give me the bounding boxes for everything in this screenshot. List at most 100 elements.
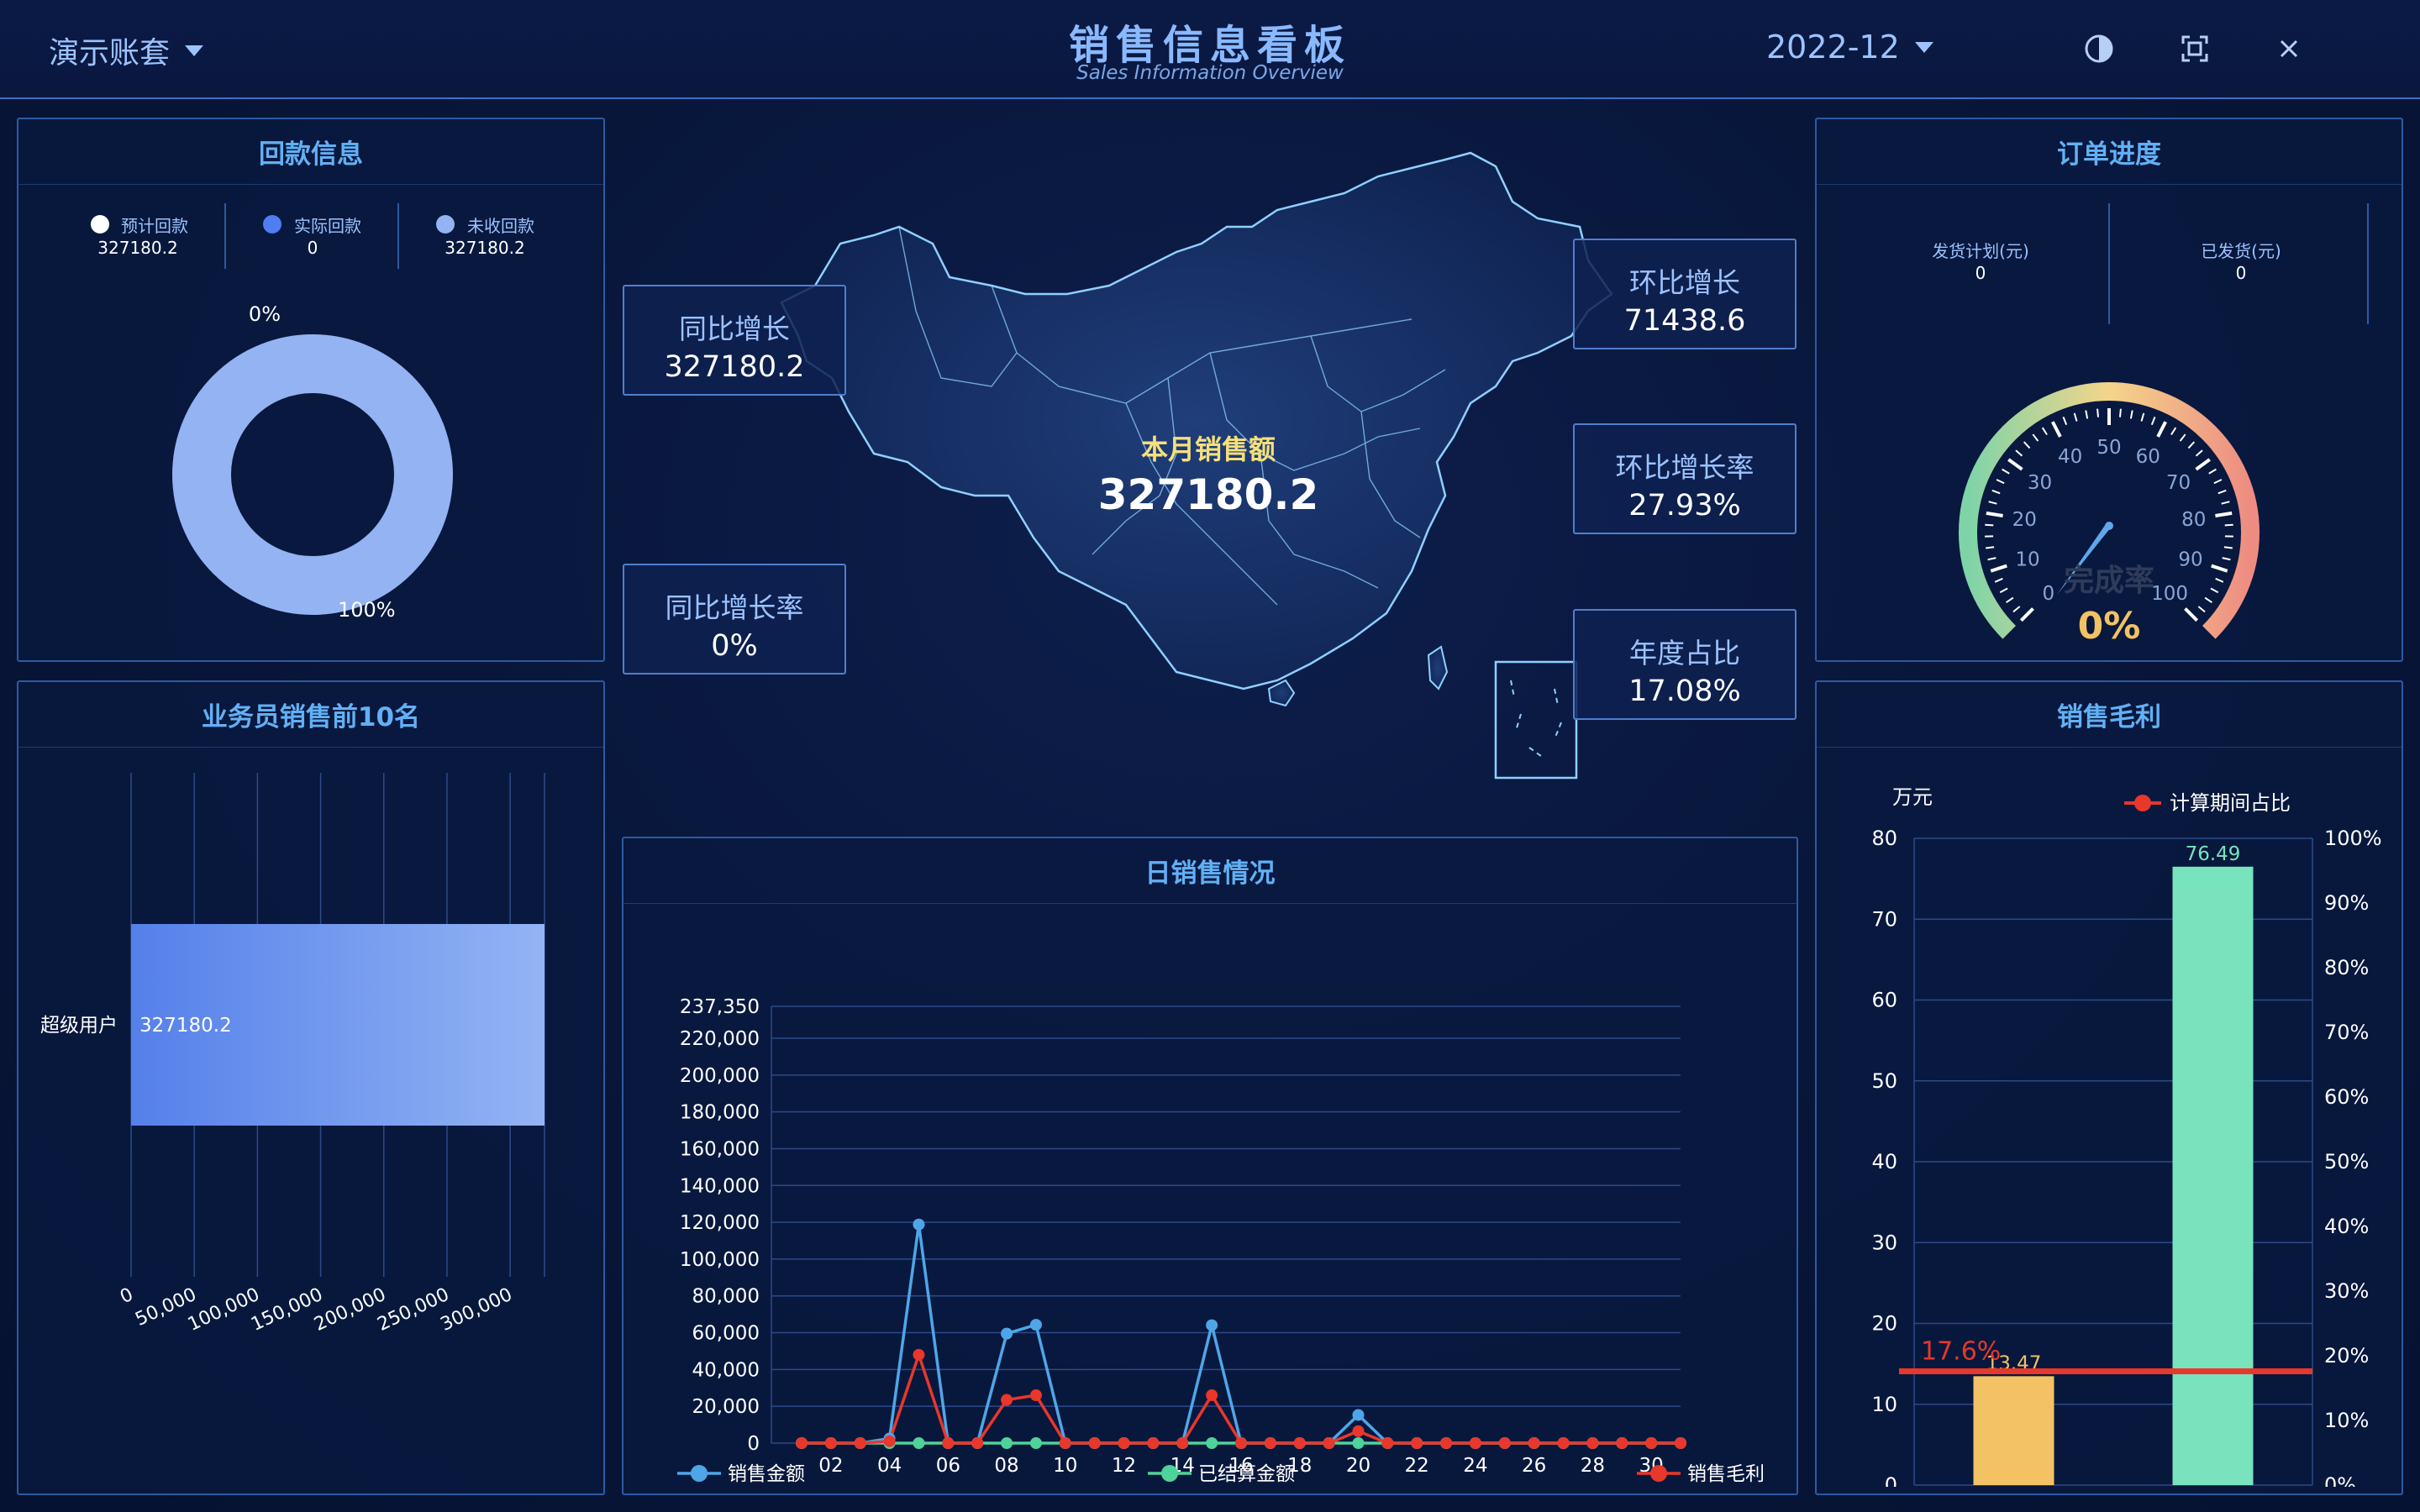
y-tick-label: 20,000 [692, 1396, 760, 1418]
legend-item-0[interactable]: 销售金额 [677, 1463, 805, 1485]
data-point[interactable] [1498, 1437, 1511, 1449]
gauge-tick [2224, 523, 2233, 527]
legend-uncollected[interactable]: 未收回款 327180.2 [436, 215, 534, 258]
bar-本年毛利[interactable] [2172, 866, 2254, 1485]
data-point[interactable] [1147, 1437, 1160, 1449]
data-point[interactable] [913, 1218, 925, 1231]
data-point[interactable] [1645, 1437, 1658, 1449]
y2-tick-label: 30% [2324, 1279, 2369, 1303]
gauge-tick [1988, 501, 1997, 505]
close-icon[interactable] [2272, 32, 2306, 66]
gauge-tick-label: 50 [2096, 437, 2121, 459]
gauge-tick-label: 0 [2043, 583, 2055, 605]
data-point[interactable] [913, 1437, 925, 1449]
gauge-tick [2223, 546, 2233, 549]
bar-本月毛利[interactable] [1973, 1376, 2054, 1485]
donut-slice-uncollected[interactable] [172, 334, 453, 615]
gauge-tick-label: 60 [2136, 446, 2160, 468]
gauge-tick [2187, 441, 2196, 449]
salesmen-panel: 业务员销售前10名 327180.2 0 50,000 100,000 150,000… [17, 680, 605, 1495]
data-point[interactable] [1616, 1437, 1628, 1449]
data-point[interactable] [1323, 1437, 1335, 1449]
fullscreen-icon[interactable] [2178, 32, 2212, 66]
data-point[interactable] [1029, 1319, 1042, 1331]
gauge-tick [2129, 410, 2133, 419]
data-point[interactable] [1557, 1437, 1570, 1449]
legend-actual-value: 0 [308, 238, 318, 258]
period-selector[interactable]: 2022-12 [1766, 29, 1933, 66]
x-tick-label: 28 [1581, 1455, 1605, 1477]
data-point[interactable] [1352, 1425, 1365, 1437]
gauge-tick [2073, 412, 2078, 422]
x-tick-label: 22 [1405, 1455, 1429, 1477]
header-bar: 演示账套 销售信息看板 Sales Information Overview 2… [0, 0, 2420, 99]
stat-yoy-rate-label: 同比增长率 [665, 591, 804, 624]
y2-tick-label: 80% [2324, 956, 2369, 979]
data-point[interactable] [1029, 1389, 1042, 1402]
legend-item-1[interactable]: 已结算金额 [1148, 1463, 1295, 1485]
data-point[interactable] [1675, 1437, 1686, 1449]
y-tick-label: 50 [1871, 1069, 1897, 1093]
gauge-tick [2006, 596, 2014, 604]
data-point[interactable] [1001, 1437, 1013, 1449]
data-point[interactable] [1029, 1437, 1042, 1449]
legend-item-2[interactable]: 销售毛利 [1637, 1463, 1765, 1485]
data-point[interactable] [1206, 1389, 1218, 1402]
data-point[interactable] [971, 1437, 984, 1449]
legend-actual[interactable]: 实际回款 0 [263, 215, 361, 258]
shipped-value: 0 [2236, 263, 2247, 283]
data-point[interactable] [1440, 1437, 1453, 1449]
data-point[interactable] [854, 1437, 866, 1449]
china-outline [780, 151, 1613, 690]
y2-tick-label: 70% [2324, 1021, 2369, 1044]
y-tick-label: 0 [1885, 1473, 1897, 1487]
gauge-tick-label: 70 [2166, 472, 2191, 494]
gauge-tick [2051, 421, 2062, 438]
x-tick-label: 150,000 [248, 1284, 326, 1336]
gauge-tick [2197, 606, 2206, 613]
data-point[interactable] [1001, 1394, 1013, 1406]
data-point[interactable] [1176, 1437, 1189, 1449]
data-point[interactable] [1352, 1437, 1365, 1449]
data-point[interactable] [1059, 1437, 1071, 1449]
data-point[interactable] [1352, 1409, 1365, 1421]
gauge-pointer-pivot [2105, 522, 2113, 530]
donut-label-top: 0% [249, 302, 281, 326]
data-point[interactable] [1586, 1437, 1599, 1449]
data-point[interactable] [1206, 1437, 1218, 1449]
data-point[interactable] [824, 1437, 837, 1449]
data-point[interactable] [1206, 1319, 1218, 1331]
data-point[interactable] [1264, 1437, 1276, 1449]
order-gauge-chart: 发货计划(元) 0 已发货(元) 0 010203040 50 6070809010… [1932, 203, 2369, 648]
stat-year-share-label: 年度占比 [1629, 637, 1740, 669]
y-tick-label: 80 [1871, 827, 1897, 850]
data-point[interactable] [1088, 1437, 1101, 1449]
data-point[interactable] [942, 1437, 955, 1449]
gauge-value: 0% [2078, 605, 2141, 648]
data-point[interactable] [1411, 1437, 1423, 1449]
data-point[interactable] [1001, 1327, 1013, 1340]
y2-tick-label: 10% [2324, 1409, 2369, 1432]
data-point[interactable] [1469, 1437, 1481, 1449]
x-tick-label: 100,000 [185, 1284, 263, 1336]
data-point[interactable] [913, 1348, 925, 1361]
payment-donut-chart: 预计回款 327180.2 实际回款 0 未收回款 327180.2 0% 10… [91, 203, 534, 622]
data-point[interactable] [1528, 1437, 1540, 1449]
gauge-tick [2019, 607, 2034, 622]
legend-uncollected-value: 327180.2 [445, 238, 524, 258]
x-tick-label: 10 [1053, 1455, 1077, 1477]
y2-tick-label: 0% [2324, 1473, 2356, 1487]
x-tick-label: 250,000 [374, 1284, 452, 1336]
payment-panel-title: 回款信息 [18, 119, 603, 185]
contrast-icon[interactable] [2082, 32, 2116, 66]
data-point[interactable] [1381, 1437, 1394, 1449]
legend-expected[interactable]: 预计回款 327180.2 [91, 215, 188, 258]
stat-yoy-rate-value: 0% [711, 629, 758, 663]
legend-ratio[interactable]: 计算期间占比 [2124, 791, 2291, 815]
data-point[interactable] [1118, 1437, 1130, 1449]
data-point[interactable] [1235, 1437, 1247, 1449]
data-point[interactable] [1293, 1437, 1306, 1449]
data-point[interactable] [796, 1437, 808, 1449]
donut-label-bottom: 100% [338, 598, 396, 622]
data-point[interactable] [883, 1435, 896, 1447]
